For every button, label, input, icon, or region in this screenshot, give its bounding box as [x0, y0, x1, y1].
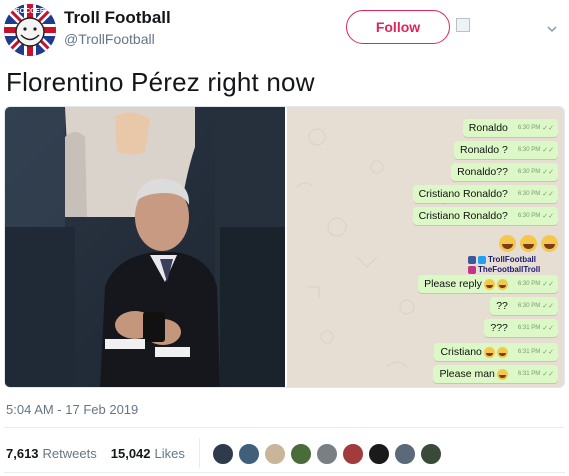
likes-stat[interactable]: 15,042 Likes [111, 446, 185, 461]
divider [4, 472, 565, 473]
chat-message-text: ??? [490, 322, 508, 334]
svg-text:SOCCER: SOCCER [15, 8, 45, 15]
retweets-stat[interactable]: 7,613 Retweets [6, 446, 97, 461]
instagram-icon [468, 266, 476, 274]
facebook-icon [468, 256, 476, 264]
chat-message-time: 6:31 PM [517, 371, 541, 377]
chat-message-time: 6:31 PM [517, 349, 541, 355]
chat-message-time: 6:30 PM [517, 147, 541, 153]
laughing-emoji-icon [496, 368, 508, 380]
watermark-line2: TheFootballTroll [478, 265, 541, 274]
liker-avatar[interactable] [211, 442, 235, 466]
troll-face-union-jack-avatar-icon[interactable]: SOCCER [4, 4, 56, 56]
double-check-icon: ✓✓ [542, 191, 554, 198]
double-check-icon: ✓✓ [542, 371, 554, 378]
double-check-icon: ✓✓ [542, 213, 554, 220]
broken-image-icon [456, 18, 470, 32]
chat-message-time: 6:30 PM [517, 191, 541, 197]
laughing-emoji-icon [499, 235, 516, 252]
liker-avatar[interactable] [419, 442, 443, 466]
double-check-icon: ✓✓ [542, 303, 554, 310]
chat-message: Cristiano Ronaldo? 6:30 PM ✓✓ [412, 185, 558, 203]
retweets-count: 7,613 [6, 446, 39, 461]
chat-message: Please reply 6:30 PM ✓✓ [418, 275, 558, 293]
likes-label: Likes [154, 446, 185, 461]
chat-message-time: 6:30 PM [517, 303, 541, 309]
account-name[interactable]: Troll Football [64, 8, 171, 28]
chat-message-time: 6:30 PM [517, 213, 541, 219]
chat-message-time: 6:30 PM [517, 169, 541, 175]
chat-message-text: Please man [439, 368, 508, 380]
twitter-icon [478, 256, 486, 264]
chat-message: Cristiano Ronaldo? 6:30 PM ✓✓ [412, 207, 558, 225]
tweet-timestamp[interactable]: 5:04 AM - 17 Feb 2019 [6, 402, 138, 417]
chat-message: ?? 6:30 PM ✓✓ [490, 297, 558, 315]
double-check-icon: ✓✓ [542, 125, 554, 132]
double-check-icon: ✓✓ [542, 325, 554, 332]
chat-message-text: Ronaldo [468, 122, 508, 134]
liker-avatar[interactable] [237, 442, 261, 466]
chat-message-time: 6:31 PM [517, 325, 541, 331]
chat-message-text: Please reply [424, 278, 508, 290]
chat-message: Ronaldo 6:30 PM ✓✓ [462, 119, 558, 137]
follow-button[interactable]: Follow [346, 10, 450, 44]
chat-message-text: Cristiano [440, 346, 508, 358]
watermark: TrollFootball TheFootballTroll [468, 255, 558, 275]
laughing-emoji-icon [496, 278, 508, 290]
chat-message-text: Cristiano Ronaldo? [418, 210, 508, 222]
double-check-icon: ✓✓ [542, 147, 554, 154]
double-check-icon: ✓✓ [542, 169, 554, 176]
chat-message: Please man 6:31 PM ✓✓ [433, 365, 558, 383]
double-check-icon: ✓✓ [542, 349, 554, 356]
double-check-icon: ✓✓ [542, 281, 554, 288]
liker-avatar[interactable] [289, 442, 313, 466]
watermark-line1: TrollFootball [488, 255, 536, 264]
laughing-emoji-icon [483, 346, 495, 358]
divider [4, 427, 565, 428]
liker-avatar[interactable] [263, 442, 287, 466]
laughing-emoji-icon [496, 346, 508, 358]
laughing-emoji-icon [483, 278, 495, 290]
liker-avatar[interactable] [315, 442, 339, 466]
retweets-label: Retweets [42, 446, 97, 461]
liker-avatar[interactable] [367, 442, 391, 466]
chat-message-text: Cristiano Ronaldo? [418, 188, 508, 200]
laughing-emoji-icon [520, 235, 537, 252]
tweet-media[interactable]: Ronaldo 6:30 PM ✓✓ Ronaldo ? 6:30 PM ✓✓ Ronald… [4, 106, 565, 388]
chat-message: ??? 6:31 PM ✓✓ [484, 319, 558, 337]
laughing-emoji-icon [541, 235, 558, 252]
laughing-emoji-row [494, 235, 558, 255]
chat-message-time: 6:30 PM [517, 125, 541, 131]
tweet-stats: 7,613 Retweets 15,042 Likes [6, 446, 193, 461]
chat-message-time: 6:30 PM [517, 281, 541, 287]
man-on-phone-photo [5, 107, 285, 387]
account-handle[interactable]: @TrollFootball [64, 31, 155, 47]
chat-message: Cristiano 6:31 PM ✓✓ [434, 343, 558, 361]
tweet-header: SOCCER Troll Football @TrollFootball Fol… [0, 0, 569, 60]
chat-message-text: Ronaldo ? [460, 144, 508, 156]
likes-count: 15,042 [110, 446, 151, 461]
chat-message: Ronaldo?? 6:30 PM ✓✓ [451, 163, 558, 181]
chevron-down-icon[interactable] [547, 24, 557, 34]
liker-avatar[interactable] [341, 442, 365, 466]
tweet-text: Florentino Pérez right now [6, 67, 315, 97]
stats-separator [199, 438, 200, 468]
liker-avatars [211, 442, 443, 466]
chat-message: Ronaldo ? 6:30 PM ✓✓ [454, 141, 558, 159]
chat-message-text: Ronaldo?? [457, 166, 508, 178]
chat-screenshot: Ronaldo 6:30 PM ✓✓ Ronaldo ? 6:30 PM ✓✓ Ronald… [287, 107, 564, 387]
chat-message-text: ?? [496, 300, 508, 312]
liker-avatar[interactable] [393, 442, 417, 466]
